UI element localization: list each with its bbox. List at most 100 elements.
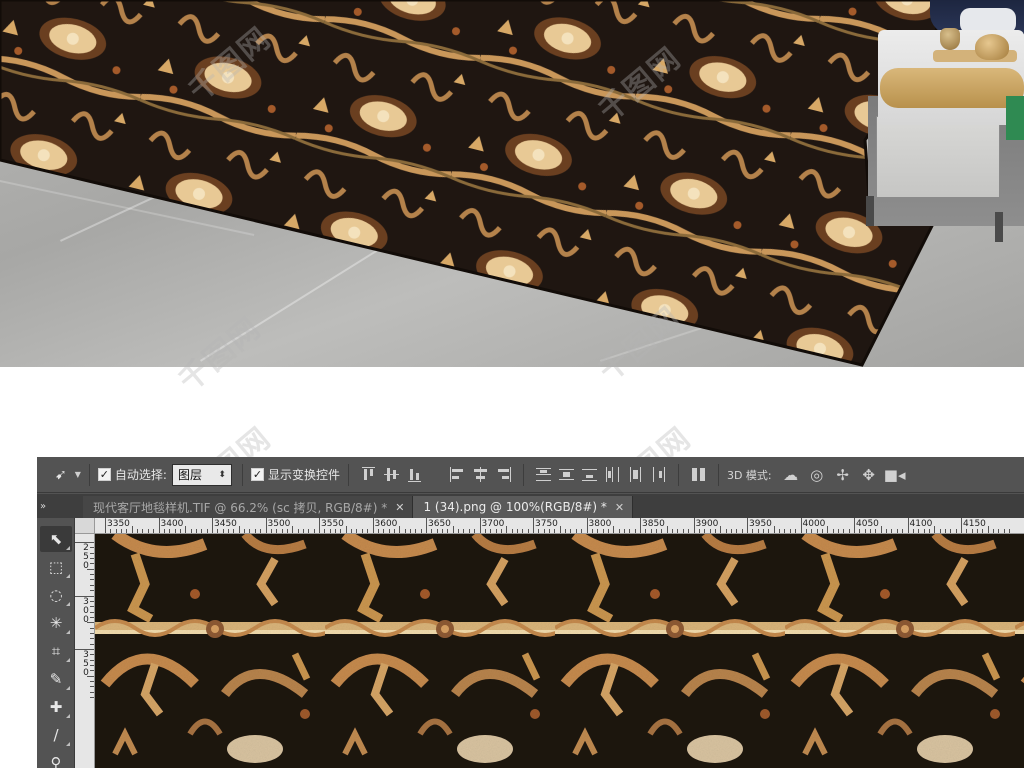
move-tool[interactable]: ⬉ (40, 526, 72, 552)
ruler-minor-tick (233, 529, 235, 533)
ruler-minor-tick (302, 529, 304, 533)
ruler-minor-tick (87, 622, 94, 624)
ruler-minor-tick (602, 529, 604, 533)
ruler-minor-tick (308, 529, 310, 533)
ruler-major-tick (212, 518, 213, 533)
ruler-minor-tick (837, 529, 839, 533)
close-icon[interactable]: ✕ (615, 501, 624, 514)
ruler-label: 4150 (963, 519, 986, 529)
ruler-minor-tick (944, 529, 946, 533)
ruler-minor-tick (763, 529, 765, 533)
ruler-minor-tick (329, 529, 331, 533)
eyedropper-tool[interactable]: ✎ (40, 666, 72, 692)
distribute-left-icon[interactable] (604, 466, 621, 483)
ruler-minor-tick (607, 529, 609, 533)
tea-cup (940, 28, 960, 50)
ruler-label: 4000 (802, 519, 826, 529)
roll-3d-icon[interactable]: ◎ (807, 466, 827, 484)
lasso-tool[interactable]: ◌ (40, 582, 72, 608)
ruler-minor-tick (393, 529, 395, 533)
options-bar: ➹ ▼ ✓ 自动选择: 图层 ⬍ ✓ 显示变换控件 3D 模式: ☁ ◎ ✢ ✥… (37, 457, 1024, 493)
ruler-minor-tick (356, 529, 358, 533)
ruler-minor-tick (126, 529, 128, 533)
tab-document-1[interactable]: 现代客厅地毯样机.TIF @ 66.2% (sc 拷贝, RGB/8#) * ✕ (83, 496, 414, 518)
distribute-vcenter-icon[interactable] (558, 466, 575, 483)
ruler-minor-tick (90, 563, 94, 565)
stamp-tool[interactable]: ⚲ (40, 750, 72, 768)
ruler-minor-tick (324, 529, 326, 533)
ruler-minor-tick (666, 526, 668, 533)
slide-3d-icon[interactable]: ✥ (859, 466, 879, 484)
ruler-minor-tick (918, 529, 920, 533)
ruler-label: 3550 (321, 519, 344, 529)
mode-3d-group: 3D 模式: ☁ ◎ ✢ ✥ ■◂ (727, 457, 908, 493)
align-left-icon[interactable] (449, 466, 466, 483)
distribute-top-icon[interactable] (535, 466, 552, 483)
align-bottom-icon[interactable] (406, 466, 423, 483)
crop-tool[interactable]: ⌗ (40, 638, 72, 664)
magic-wand-tool[interactable]: ✳ (40, 610, 72, 636)
ruler-minor-tick (228, 529, 230, 533)
ruler-minor-tick (843, 529, 845, 533)
vertical-ruler[interactable]: 250 300 350 (75, 534, 95, 768)
ruler-minor-tick (292, 526, 294, 533)
align-top-icon[interactable] (360, 466, 377, 483)
align-hcenter-icon[interactable] (472, 466, 489, 483)
ruler-minor-tick (736, 529, 738, 533)
ruler-label: 300 (83, 596, 89, 625)
document-canvas[interactable] (95, 534, 1024, 768)
tab-label: 1 (34).png @ 100%(RGB/8#) * (423, 500, 607, 514)
ruler-minor-tick (169, 529, 171, 533)
ruler-origin[interactable] (75, 518, 95, 534)
tab-label: 现代客厅地毯样机.TIF @ 66.2% (sc 拷贝, RGB/8#) * (93, 500, 388, 515)
orbit-3d-icon[interactable]: ☁ (781, 466, 801, 484)
ruler-major-tick (426, 518, 427, 533)
healing-brush-tool[interactable]: ✚ (40, 694, 72, 720)
ruler-minor-tick (383, 529, 385, 533)
align-vcenter-icon[interactable] (383, 466, 400, 483)
distribute-hcenter-icon[interactable] (627, 466, 644, 483)
ruler-minor-tick (90, 691, 94, 693)
ruler-minor-tick (928, 529, 930, 533)
drag-3d-icon[interactable]: ✢ (833, 466, 853, 484)
ruler-minor-tick (286, 529, 288, 533)
ruler-minor-tick (709, 529, 711, 533)
distribute-right-icon[interactable] (650, 466, 667, 483)
ruler-minor-tick (570, 529, 572, 533)
ruler-minor-tick (121, 529, 123, 533)
auto-select-checkbox[interactable]: ✓ 自动选择: (97, 457, 167, 493)
move-tool-preset[interactable]: ➹ ▼ (55, 457, 81, 493)
ruler-minor-tick (484, 529, 486, 533)
ruler-minor-tick (629, 529, 631, 533)
close-icon[interactable]: ✕ (395, 501, 404, 514)
show-transform-checkbox[interactable]: ✓ 显示变换控件 (250, 457, 340, 493)
ruler-minor-tick (650, 529, 652, 533)
ruler-minor-tick (474, 529, 476, 533)
ruler-minor-tick (90, 606, 94, 608)
marquee-tool-icon: ⬚ (48, 558, 64, 576)
ruler-minor-tick (864, 529, 866, 533)
checkbox-checked-icon: ✓ (250, 468, 264, 481)
align-right-icon[interactable] (495, 466, 512, 483)
tab-document-2[interactable]: 1 (34).png @ 100%(RGB/8#) * ✕ (413, 496, 634, 518)
submenu-indicator-icon (66, 742, 70, 746)
ruler-minor-tick (987, 526, 989, 533)
ruler-minor-tick (147, 529, 149, 533)
ruler-minor-tick (217, 529, 219, 533)
panel-collapse-icon[interactable]: » (37, 494, 83, 518)
ruler-minor-tick (495, 529, 497, 533)
ruler-minor-tick (490, 529, 492, 533)
submenu-indicator-icon (66, 546, 70, 550)
ruler-minor-tick (880, 526, 882, 533)
auto-select-dropdown[interactable]: 图层 ⬍ (171, 463, 232, 486)
horizontal-ruler[interactable]: 3350 3400 3450 3500 3550 3600 3650 3700 3750 3800… (95, 518, 1024, 534)
auto-align-layers-button[interactable] (687, 457, 710, 493)
distribute-bottom-icon[interactable] (581, 466, 598, 483)
scale-3d-icon[interactable]: ■◂ (884, 466, 906, 484)
ruler-minor-tick (90, 627, 94, 629)
ruler-minor-tick (859, 529, 861, 533)
ruler-minor-tick (923, 529, 925, 533)
brush-tool[interactable]: / (40, 722, 72, 748)
marquee-tool[interactable]: ⬚ (40, 554, 72, 580)
ruler-minor-tick (420, 529, 422, 533)
